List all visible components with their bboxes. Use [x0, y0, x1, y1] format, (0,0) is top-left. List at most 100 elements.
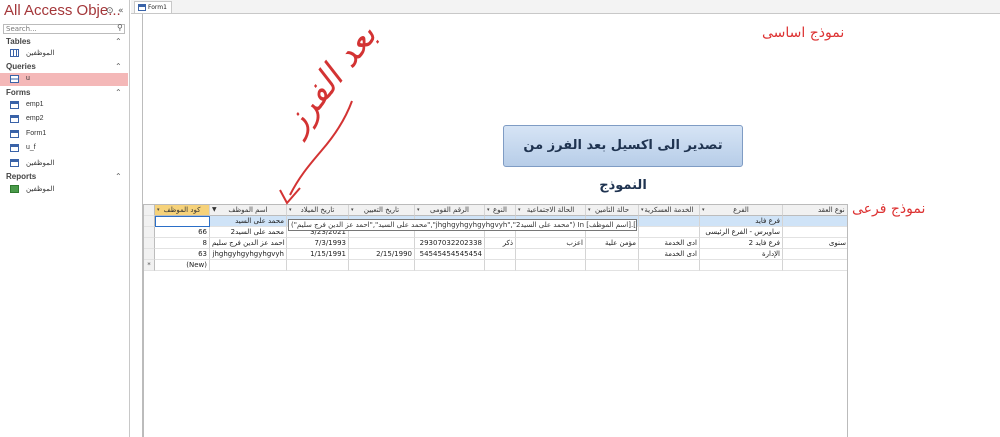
column-header[interactable]: ▾ الحالة الاجتماعية [516, 205, 586, 216]
cell-insurance[interactable] [586, 249, 639, 260]
column-header[interactable]: ▾ كود الموظف [155, 205, 210, 216]
nav-item-form-form1[interactable]: Form1 [0, 128, 128, 141]
nav-menu-chevron-icon[interactable]: ⊙ [106, 6, 114, 16]
table-row[interactable]: 63 jhghgyhgyhgyhgvyh 1/15/1991 2/15/1990… [144, 249, 847, 260]
cell-employee-name[interactable]: jhghgyhgyhgyhgvyh [210, 249, 287, 260]
cell-contract-type[interactable]: سنوى [783, 238, 847, 249]
cell-employee-code[interactable]: 63 [155, 249, 210, 260]
group-header-reports[interactable]: Reports [6, 172, 36, 181]
row-selector[interactable] [144, 227, 155, 238]
dropdown-arrow-icon[interactable]: ▾ [289, 205, 292, 215]
cell-branch[interactable]: فرع فايد 2 [700, 238, 783, 249]
nav-item-label: Form1 [26, 130, 47, 137]
row-selector[interactable] [144, 216, 155, 227]
empty-cell[interactable] [639, 260, 700, 271]
empty-cell[interactable] [700, 260, 783, 271]
dropdown-arrow-icon[interactable]: ▾ [702, 205, 705, 215]
cell-hire-date[interactable] [349, 238, 415, 249]
subform-label: نموذج فرعى [852, 201, 926, 217]
column-header[interactable]: نوع العقد [783, 205, 847, 216]
new-record-marker[interactable]: * [144, 260, 155, 271]
cell-branch[interactable]: فرع فايد [700, 216, 783, 227]
group-header-forms[interactable]: Forms [6, 88, 30, 97]
cell-birth-date[interactable]: 7/3/1993 [287, 238, 349, 249]
cell-gender[interactable]: ذكر [485, 238, 516, 249]
column-header[interactable]: ▾ الخدمة العسكرية [639, 205, 700, 216]
cell-marital-status[interactable]: اعزب [516, 238, 586, 249]
nav-item-form-u_f[interactable]: u_f [0, 142, 128, 155]
cell-branch[interactable]: الإدارة [700, 249, 783, 260]
column-header[interactable]: ▾ الرقم القومى [415, 205, 485, 216]
nav-item-form-emp1[interactable]: emp1 [0, 99, 128, 112]
cell-employee-name[interactable]: محمد على السيد [210, 216, 287, 227]
cell-military[interactable] [639, 216, 700, 227]
dropdown-arrow-icon[interactable]: ▾ [487, 205, 490, 215]
cell-military[interactable]: ادى الخدمة [639, 249, 700, 260]
dropdown-arrow-icon[interactable]: ▾ [351, 205, 354, 215]
cell-employee-name[interactable]: احمد عز الدين فرج سليم [210, 238, 287, 249]
dropdown-arrow-icon[interactable]: ▾ [157, 205, 160, 215]
select-all-corner[interactable] [144, 205, 155, 216]
cell-national-id[interactable]: 54545454545454 [415, 249, 485, 260]
empty-cell[interactable] [485, 260, 516, 271]
row-selector[interactable] [144, 238, 155, 249]
cell-birth-date[interactable]: 1/15/1991 [287, 249, 349, 260]
search-input[interactable]: Search... [3, 24, 125, 34]
column-header[interactable]: ▾ الفرع [700, 205, 783, 216]
nav-item-label: الموظفين [26, 160, 55, 167]
cell-contract-type[interactable] [783, 249, 847, 260]
nav-item-query-u[interactable]: u [0, 73, 128, 86]
nav-item-form-emp2[interactable]: emp2 [0, 113, 128, 126]
new-record-row[interactable]: * (New) [144, 260, 847, 271]
collapse-chevron-icon[interactable]: ⌃ [115, 88, 122, 97]
dropdown-arrow-icon[interactable]: ▾ [588, 205, 591, 215]
filter-icon[interactable]: ▼ [212, 205, 217, 215]
search-icon[interactable]: ⚲ [117, 23, 123, 32]
new-record-label[interactable]: (New) [155, 260, 210, 271]
cell-contract-type[interactable] [783, 216, 847, 227]
empty-cell[interactable] [287, 260, 349, 271]
cell-employee-code[interactable]: 8 [155, 238, 210, 249]
column-header[interactable]: ▼ اسم الموظف [210, 205, 287, 216]
column-header[interactable]: ▾ النوع [485, 205, 516, 216]
cell-contract-type[interactable] [783, 227, 847, 238]
cell-military[interactable]: ادى الخدمة [639, 238, 700, 249]
row-selector[interactable] [144, 249, 155, 260]
cell-insurance[interactable]: مؤمن علية [586, 238, 639, 249]
collapse-chevron-icon[interactable]: ⌃ [115, 62, 122, 71]
cell-hire-date[interactable]: 2/15/1990 [349, 249, 415, 260]
cell-employee-name[interactable]: محمد على السيد2 [210, 227, 287, 238]
nav-item-table-employees[interactable]: الموظفين [0, 47, 128, 60]
column-header[interactable]: ▾ تاريخ التعيين [349, 205, 415, 216]
cell-employee-code[interactable] [155, 216, 210, 227]
column-header[interactable]: ▾ تاريخ الميلاد [287, 205, 349, 216]
export-to-excel-button[interactable]: تصدير الى اكسيل بعد الفرز من النموذج [503, 125, 743, 193]
cell-employee-code[interactable]: 66 [155, 227, 210, 238]
nav-item-report-employees[interactable]: الموظفين [0, 183, 128, 196]
dropdown-arrow-icon[interactable]: ▾ [417, 205, 420, 215]
cell-gender[interactable] [485, 249, 516, 260]
cell-branch[interactable]: ساويرس - الفرع الرئيسى [700, 227, 783, 238]
nav-pane-title[interactable]: All Access Obje... [4, 2, 121, 19]
empty-cell[interactable] [349, 260, 415, 271]
column-header[interactable]: ▾ حالة التامين [586, 205, 639, 216]
empty-cell[interactable] [415, 260, 485, 271]
cell-national-id[interactable]: 29307032202338 [415, 238, 485, 249]
tab-form1[interactable]: Form1 [134, 1, 172, 13]
dropdown-arrow-icon[interactable]: ▾ [641, 205, 644, 215]
table-row[interactable]: 8 احمد عز الدين فرج سليم 7/3/1993 293070… [144, 238, 847, 249]
cell-marital-status[interactable] [516, 249, 586, 260]
cell-military[interactable] [639, 227, 700, 238]
empty-cell[interactable] [210, 260, 287, 271]
dropdown-arrow-icon[interactable]: ▾ [518, 205, 521, 215]
form-icon [10, 159, 19, 167]
empty-cell[interactable] [516, 260, 586, 271]
group-header-queries[interactable]: Queries [6, 62, 36, 71]
empty-cell[interactable] [586, 260, 639, 271]
nav-item-form-employees[interactable]: الموظفين [0, 157, 128, 170]
group-header-tables[interactable]: Tables [6, 37, 31, 46]
collapse-chevron-icon[interactable]: ⌃ [115, 37, 122, 46]
collapse-pane-icon[interactable]: « [118, 6, 124, 16]
empty-cell[interactable] [783, 260, 847, 271]
collapse-chevron-icon[interactable]: ⌃ [115, 172, 122, 181]
